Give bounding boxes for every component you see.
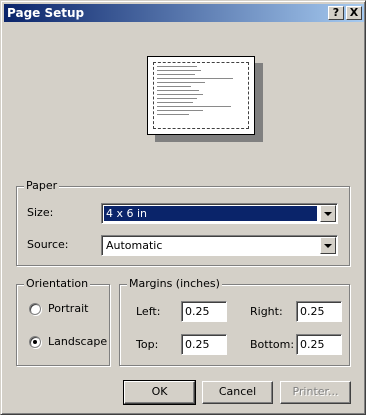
source-dropdown[interactable]: Automatic bbox=[101, 235, 338, 256]
paper-group-label: Paper bbox=[24, 179, 60, 193]
preview-text-line bbox=[157, 78, 233, 79]
ok-button[interactable]: OK bbox=[123, 380, 196, 405]
portrait-label[interactable]: Portrait bbox=[48, 302, 88, 316]
close-icon: X bbox=[349, 6, 359, 19]
orientation-group-label: Orientation bbox=[24, 277, 91, 291]
preview-text-line bbox=[157, 110, 203, 111]
size-label: Size: bbox=[27, 206, 54, 219]
landscape-radio[interactable] bbox=[29, 336, 41, 348]
bottom-margin-label: Bottom: bbox=[250, 338, 295, 351]
source-value: Automatic bbox=[106, 239, 163, 252]
preview-text-line bbox=[157, 70, 201, 71]
cancel-button[interactable]: Cancel bbox=[202, 381, 273, 404]
chevron-down-icon[interactable] bbox=[320, 237, 336, 254]
paper-group: Paper Size: 4 x 6 in Source: Automatic bbox=[16, 179, 350, 266]
preview-text-line bbox=[157, 98, 197, 99]
margins-group-label: Margins (inches) bbox=[127, 277, 222, 291]
top-margin-input[interactable] bbox=[181, 334, 227, 355]
preview-text-line bbox=[157, 86, 191, 87]
preview-text-line bbox=[157, 102, 193, 103]
dialog-title: Page Setup bbox=[7, 6, 85, 20]
source-label: Source: bbox=[27, 238, 69, 251]
left-margin-label: Left: bbox=[136, 305, 161, 318]
landscape-label[interactable]: Landscape bbox=[48, 335, 107, 349]
preview-text-line bbox=[157, 66, 197, 67]
size-dropdown[interactable]: 4 x 6 in bbox=[101, 203, 338, 224]
top-margin-label: Top: bbox=[136, 338, 159, 351]
bottom-margin-input[interactable] bbox=[296, 334, 342, 355]
orientation-group: Orientation Portrait Landscape bbox=[16, 277, 110, 366]
preview-text-line bbox=[157, 106, 231, 107]
preview-margin-outline bbox=[153, 62, 249, 129]
help-button[interactable]: ? bbox=[328, 6, 344, 20]
page-setup-dialog: Page Setup ? X Paper Size: 4 x 6 in Sour… bbox=[0, 0, 366, 415]
printer-button[interactable]: Printer... bbox=[280, 381, 351, 404]
chevron-down-icon[interactable] bbox=[320, 205, 336, 222]
portrait-radio[interactable] bbox=[29, 303, 41, 315]
right-margin-input[interactable] bbox=[296, 301, 342, 322]
title-bar[interactable]: Page Setup ? X bbox=[4, 4, 364, 22]
right-margin-label: Right: bbox=[250, 305, 283, 318]
preview-text-line bbox=[157, 94, 203, 95]
margins-group: Margins (inches) Left: Right: Top: Botto… bbox=[119, 277, 350, 366]
left-margin-input[interactable] bbox=[181, 301, 227, 322]
size-value: 4 x 6 in bbox=[104, 206, 317, 221]
preview-text-line bbox=[157, 74, 195, 75]
help-icon: ? bbox=[332, 6, 340, 19]
close-button[interactable]: X bbox=[346, 6, 362, 20]
preview-text-line bbox=[157, 82, 205, 83]
preview-text-line bbox=[157, 114, 189, 115]
page-preview bbox=[147, 56, 255, 135]
preview-text-line bbox=[157, 90, 199, 91]
